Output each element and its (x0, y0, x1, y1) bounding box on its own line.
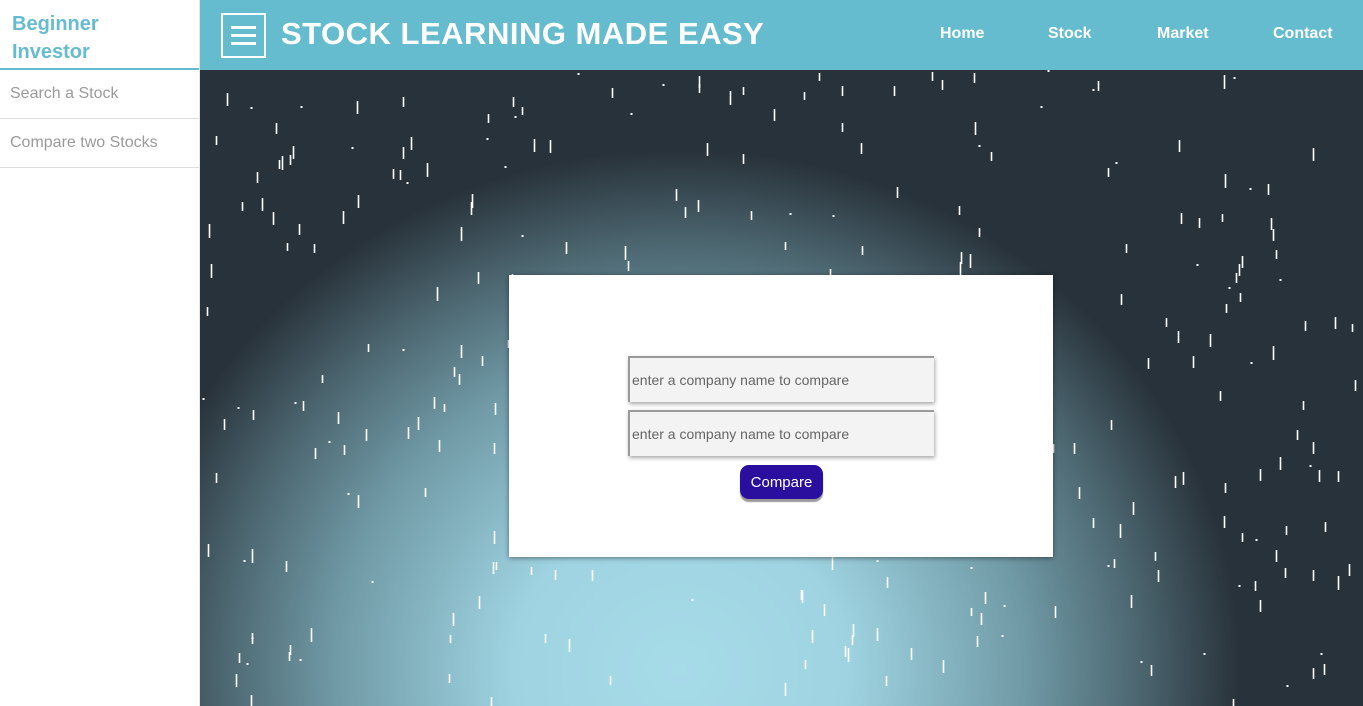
sidebar: Beginner Investor Search a Stock Compare… (0, 0, 200, 706)
compare-card: Compare (509, 275, 1053, 557)
first-company-input[interactable] (628, 356, 934, 402)
sidebar-item-compare-stocks[interactable]: Compare two Stocks (0, 119, 199, 168)
nav-market[interactable]: Market (1157, 25, 1209, 43)
second-company-input[interactable] (628, 410, 934, 456)
nav-contact[interactable]: Contact (1273, 25, 1333, 43)
nav-stock[interactable]: Stock (1048, 25, 1092, 43)
nav-home[interactable]: Home (940, 25, 984, 43)
page-title: STOCK LEARNING MADE EASY (281, 16, 765, 51)
hero-background: Compare (200, 70, 1363, 706)
top-header: STOCK LEARNING MADE EASY Home Stock Mark… (200, 0, 1363, 70)
brand-logo[interactable]: Beginner Investor (0, 0, 199, 70)
sidebar-item-search-stock[interactable]: Search a Stock (0, 70, 199, 119)
brand-name: Beginner Investor (12, 13, 99, 63)
compare-button[interactable]: Compare (740, 465, 823, 499)
hamburger-menu-icon[interactable] (221, 13, 266, 58)
